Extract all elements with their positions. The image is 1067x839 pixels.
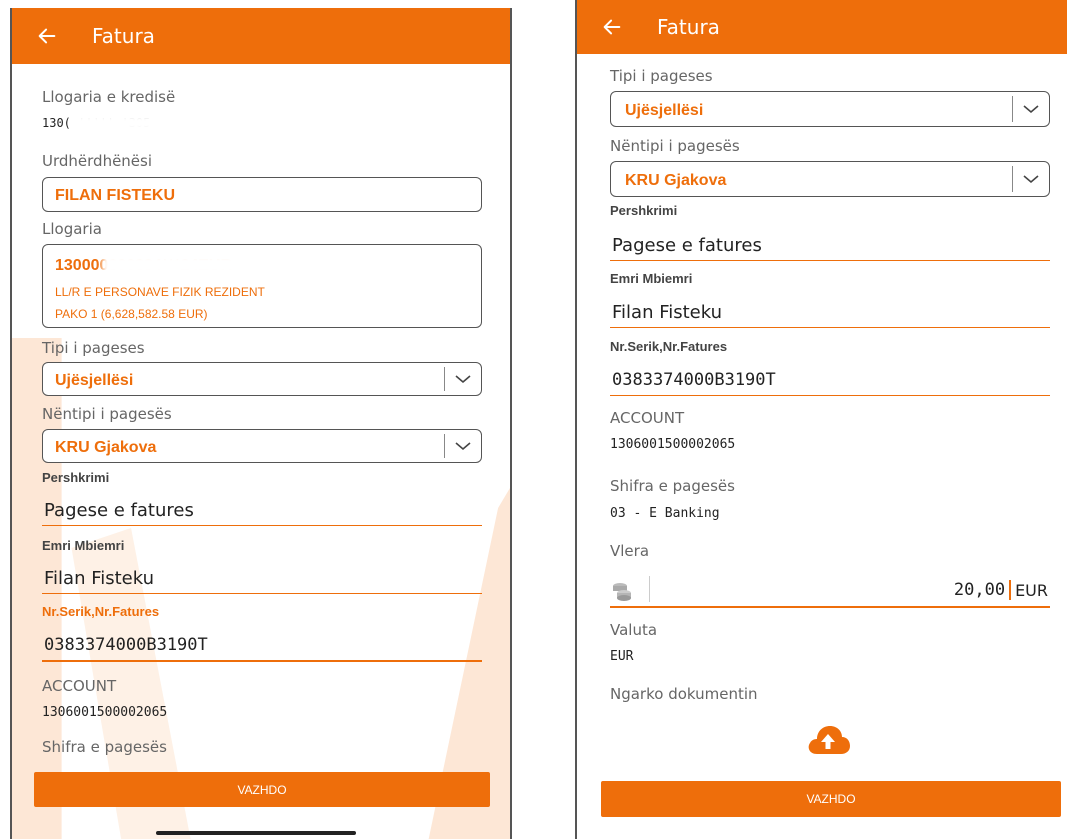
invoice-input[interactable]: 0383374000B3190T bbox=[612, 370, 776, 390]
left-screen: Fatura Llogaria e kredisë 130( ''''' '30… bbox=[10, 8, 512, 839]
payment-type-select[interactable]: Ujësjellësi bbox=[42, 362, 482, 396]
account-no-value: 1306001500002065 bbox=[42, 705, 168, 720]
payer-field[interactable]: FILAN FISTEKU bbox=[42, 177, 482, 212]
payment-type-value: Ujësjellësi bbox=[625, 102, 704, 119]
description-input[interactable]: Pagese e fatures bbox=[612, 235, 762, 256]
invoice-underline bbox=[610, 395, 1050, 396]
right-screen: Fatura Tipi i pageses Ujësjellësi Nëntip… bbox=[575, 0, 1067, 839]
payment-type-label: Tipi i pageses bbox=[42, 339, 145, 357]
continue-button[interactable]: VAZHDO bbox=[601, 781, 1061, 817]
amount-label: Vlera bbox=[610, 542, 650, 560]
payment-subtype-label: Nëntipi i pagesës bbox=[610, 137, 740, 155]
payer-label: Urdhërdhënësi bbox=[42, 152, 153, 170]
text-cursor bbox=[1009, 580, 1012, 600]
redaction-blur bbox=[102, 254, 272, 276]
home-indicator bbox=[156, 831, 356, 835]
chevron-down-icon bbox=[455, 442, 471, 451]
page-title: Fatura bbox=[92, 24, 155, 48]
name-label: Emri Mbiemri bbox=[610, 271, 693, 286]
amount-value: 20,00 bbox=[953, 580, 1006, 600]
app-bar: Fatura bbox=[577, 0, 1067, 54]
redaction-blur bbox=[72, 114, 202, 132]
name-underline bbox=[42, 593, 482, 594]
payment-subtype-select[interactable]: KRU Gjakova bbox=[42, 429, 482, 463]
name-underline bbox=[610, 327, 1050, 328]
credit-account-label: Llogaria e kredisë bbox=[42, 88, 176, 106]
invoice-label: Nr.Serik,Nr.Fatures bbox=[610, 339, 728, 354]
description-underline bbox=[610, 260, 1050, 261]
amount-field[interactable]: 20,00 EUR bbox=[954, 580, 1048, 600]
amount-divider bbox=[649, 576, 650, 602]
description-label: Pershkrimi bbox=[42, 470, 110, 485]
select-divider bbox=[444, 434, 445, 458]
name-label: Emri Mbiemri bbox=[42, 538, 125, 553]
select-divider bbox=[1012, 166, 1013, 192]
arrow-left-icon[interactable] bbox=[36, 25, 58, 47]
chevron-down-icon bbox=[1023, 105, 1039, 114]
chevron-down-icon bbox=[455, 375, 471, 384]
cloud-upload-icon[interactable] bbox=[805, 722, 851, 758]
payer-value: FILAN FISTEKU bbox=[55, 187, 175, 204]
payment-code-label: Shifra e pagesës bbox=[42, 738, 167, 756]
payment-subtype-select[interactable]: KRU Gjakova bbox=[610, 161, 1050, 197]
chevron-down-icon bbox=[1023, 175, 1039, 184]
continue-button[interactable]: VAZHDO bbox=[34, 772, 490, 807]
payment-type-value: Ujësjellësi bbox=[55, 372, 134, 389]
account-type: LL/R E PERSONAVE FIZIK REZIDENT bbox=[55, 285, 265, 299]
app-bar: Fatura bbox=[12, 8, 510, 64]
account-package: PAKO 1 (6,628,582.58 EUR) bbox=[55, 307, 208, 321]
arrow-left-icon[interactable] bbox=[601, 16, 623, 38]
account-label: Llogaria bbox=[42, 220, 102, 238]
payment-code-label: Shifra e pagesës bbox=[610, 477, 735, 495]
invoice-underline bbox=[42, 660, 482, 662]
description-label: Pershkrimi bbox=[610, 203, 678, 218]
currency-value: EUR bbox=[610, 649, 634, 664]
payment-code-value: 03 - E Banking bbox=[610, 506, 720, 521]
page-title: Fatura bbox=[657, 15, 720, 39]
amount-underline bbox=[610, 606, 1050, 608]
select-divider bbox=[444, 367, 445, 391]
upload-label: Ngarko dokumentin bbox=[610, 685, 758, 703]
description-underline bbox=[42, 525, 482, 526]
invoice-input[interactable]: 0383374000B3190T bbox=[44, 635, 208, 655]
description-input[interactable]: Pagese e fatures bbox=[44, 500, 194, 521]
payment-subtype-label: Nëntipi i pagesës bbox=[42, 405, 172, 423]
name-input[interactable]: Filan Fisteku bbox=[612, 302, 722, 323]
account-no-value: 1306001500002065 bbox=[610, 437, 736, 452]
payment-type-label: Tipi i pageses bbox=[610, 67, 713, 85]
payment-subtype-value: KRU Gjakova bbox=[625, 172, 727, 189]
select-divider bbox=[1012, 96, 1013, 122]
payment-subtype-value: KRU Gjakova bbox=[55, 439, 157, 456]
currency-label: Valuta bbox=[610, 621, 658, 639]
account-no-label: ACCOUNT bbox=[610, 409, 685, 427]
invoice-label: Nr.Serik,Nr.Fatures bbox=[42, 604, 160, 619]
payment-type-select[interactable]: Ujësjellësi bbox=[610, 91, 1050, 127]
name-input[interactable]: Filan Fisteku bbox=[44, 568, 154, 589]
amount-currency: EUR bbox=[1015, 580, 1048, 600]
stage: Fatura Llogaria e kredisë 130( ''''' '30… bbox=[0, 0, 1067, 839]
coins-icon bbox=[613, 583, 631, 601]
account-no-label: ACCOUNT bbox=[42, 677, 117, 695]
